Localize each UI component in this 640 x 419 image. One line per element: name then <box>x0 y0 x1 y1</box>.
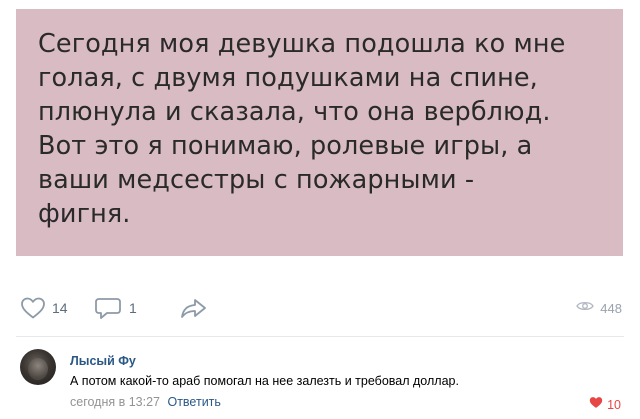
views-counter: 448 <box>576 290 622 326</box>
share-icon <box>180 296 208 320</box>
comment-author[interactable]: Лысый Фу <box>70 354 136 368</box>
divider <box>16 336 624 337</box>
avatar[interactable] <box>20 349 56 385</box>
heart-filled-icon <box>589 396 603 414</box>
post-text-line: фигня. <box>38 199 131 229</box>
comment-like-count: 10 <box>607 398 621 412</box>
like-count: 14 <box>52 300 68 316</box>
post-text: Сегодня моя девушка подошла ко мне голая… <box>38 27 601 231</box>
comment-button[interactable]: 1 <box>95 290 137 326</box>
comment-text: А потом какой-то араб помогал на нее зал… <box>70 374 459 388</box>
post-text-line: ваши медсестры с пожарными - <box>38 165 475 195</box>
reply-link[interactable]: Ответить <box>167 395 220 409</box>
comment-count: 1 <box>129 300 137 316</box>
post-card: Сегодня моя девушка подошла ко мне голая… <box>16 9 623 256</box>
views-count: 448 <box>600 300 622 316</box>
comment-icon <box>95 296 123 320</box>
post-actions-bar: 14 1 448 <box>0 290 640 326</box>
post-text-line: голая, с двумя подушками на спине, <box>38 63 538 93</box>
heart-icon <box>20 296 46 320</box>
comment-item: Лысый Фу А потом какой-то араб помогал н… <box>0 344 640 419</box>
like-button[interactable]: 14 <box>20 290 68 326</box>
post-text-line: плюнула и сказала, что она верблюд. <box>38 97 551 127</box>
comment-like-button[interactable]: 10 <box>589 396 621 414</box>
post-text-line: Вот это я понимаю, ролевые игры, а <box>38 131 533 161</box>
comment-time: сегодня в 13:27 <box>70 395 160 409</box>
post-text-line: Сегодня моя девушка подошла ко мне <box>38 29 566 59</box>
share-button[interactable] <box>180 290 208 326</box>
eye-icon <box>576 299 595 318</box>
comment-meta: сегодня в 13:27 Ответить <box>70 395 221 409</box>
